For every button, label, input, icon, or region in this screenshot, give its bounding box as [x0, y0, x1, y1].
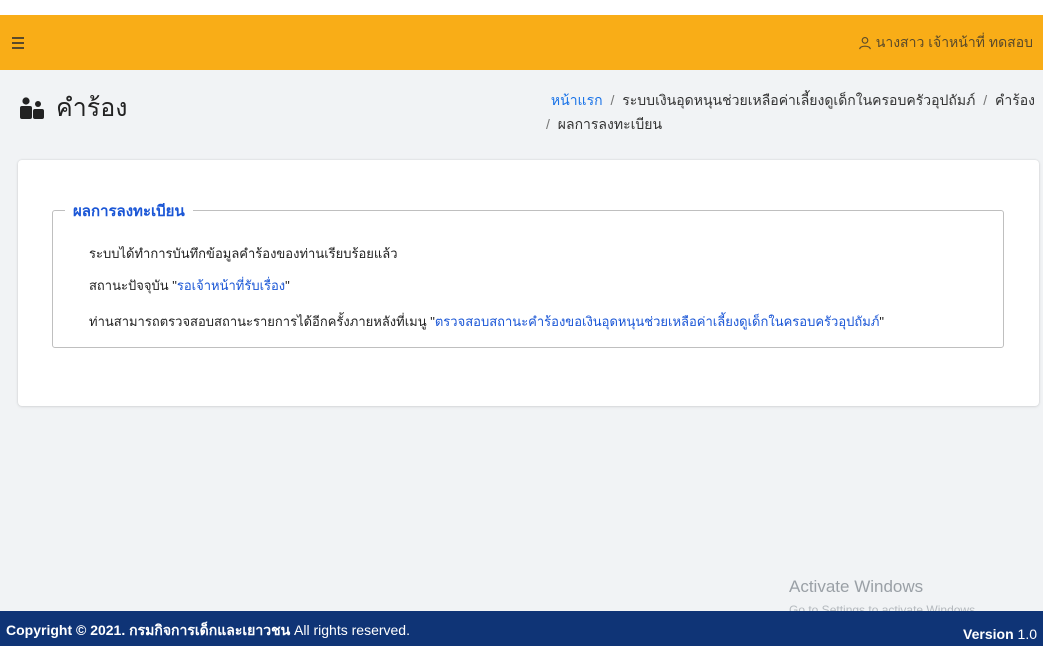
page-title: คำร้อง [18, 88, 127, 128]
page-header: คำร้อง หน้าแรก / ระบบเงินอุดหนุนช่วยเหลื… [0, 70, 1043, 160]
breadcrumb-current: ผลการลงทะเบียน [557, 116, 663, 132]
breadcrumb-separator: / [546, 116, 550, 132]
result-card: ผลการลงทะเบียน ระบบได้ทำการบันทึกข้อมูลค… [18, 160, 1039, 406]
top-strip [0, 0, 1043, 15]
breadcrumb-separator: / [983, 92, 988, 108]
status-value: รอเจ้าหน้าที่รับเรื่อง [176, 278, 286, 293]
page-title-text: คำร้อง [56, 94, 128, 122]
status-label: สถานะปัจจุบัน [89, 278, 169, 293]
status-line: สถานะปัจจุบัน "รอเจ้าหน้าที่รับเรื่อง" [89, 278, 290, 293]
result-message: ระบบได้ทำการบันทึกข้อมูลคำร้องของท่านเรี… [89, 243, 398, 264]
result-fieldset: ผลการลงทะเบียน ระบบได้ทำการบันทึกข้อมูลค… [52, 199, 1004, 348]
footer-copyright: Copyright © 2021. กรมกิจการเด็กและเยาวชน… [6, 620, 410, 642]
user-icon [858, 36, 871, 49]
watermark-title: Activate Windows [789, 577, 924, 596]
result-legend: ผลการลงทะเบียน [65, 199, 193, 223]
footer-version: Version 1.0 [963, 626, 1037, 642]
user-menu[interactable]: นางสาว เจ้าหน้าที่ ทดสอบ [858, 32, 1033, 54]
breadcrumb-home[interactable]: หน้าแรก [551, 92, 603, 108]
breadcrumb-section: ระบบเงินอุดหนุนช่วยเหลือค่าเลี้ยงดูเด็กใ… [622, 92, 976, 108]
menu-link[interactable]: ตรวจสอบสถานะคำร้องขอเงินอุดหนุนช่วยเหลือ… [435, 314, 880, 329]
hamburger-icon[interactable] [12, 33, 32, 53]
version-value: 1.0 [1017, 626, 1037, 642]
menu-hint-line: ท่านสามารถตรวจสอบสถานะรายการได้อีกครั้งภ… [89, 314, 885, 329]
user-name: นางสาว เจ้าหน้าที่ ทดสอบ [875, 33, 1033, 50]
users-icon [20, 97, 44, 119]
copyright-org: กรมกิจการเด็กและเยาวชน [129, 622, 291, 638]
top-navbar: นางสาว เจ้าหน้าที่ ทดสอบ [0, 15, 1043, 70]
breadcrumb-request: คำร้อง [995, 92, 1035, 108]
copyright-rights: All rights reserved. [294, 622, 410, 638]
breadcrumb-separator: / [610, 92, 615, 108]
breadcrumb: หน้าแรก / ระบบเงินอุดหนุนช่วยเหลือค่าเลี… [530, 88, 1035, 136]
copyright-prefix: Copyright © 2021. [6, 622, 126, 638]
footer: Copyright © 2021. กรมกิจการเด็กและเยาวชน… [0, 611, 1043, 646]
version-label: Version [963, 626, 1014, 642]
menu-hint-text: ท่านสามารถตรวจสอบสถานะรายการได้อีกครั้งภ… [89, 314, 427, 329]
result-message-text: ระบบได้ทำการบันทึกข้อมูลคำร้องของท่านเรี… [89, 246, 398, 261]
